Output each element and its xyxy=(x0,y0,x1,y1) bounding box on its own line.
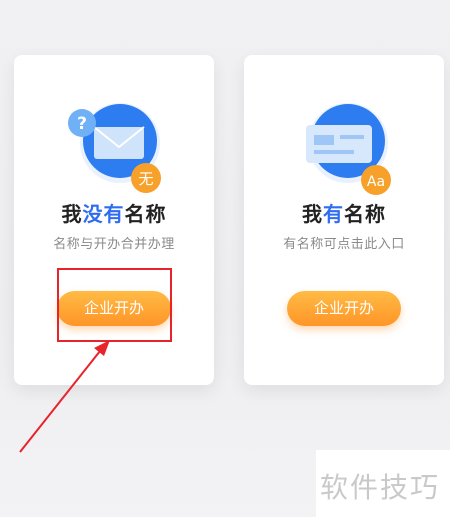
badge-text: Aa xyxy=(367,174,385,190)
envelope-illustration-icon: ? 无 xyxy=(68,103,161,193)
card-subtitle: 名称与开办合并办理 xyxy=(53,237,175,252)
card-title: 我有名称 xyxy=(302,202,386,226)
card-subtitle: 有名称可点击此入口 xyxy=(283,237,405,252)
card-title: 我没有名称 xyxy=(61,202,167,226)
business-start-button[interactable]: 企业开办 xyxy=(287,291,401,326)
has-name-card: Aa 我有名称 有名称可点击此入口 企业开办 xyxy=(244,55,444,385)
question-mark: ? xyxy=(77,114,87,134)
badge-text: 无 xyxy=(138,170,153,188)
watermark: 软件技巧 xyxy=(320,471,441,504)
id-card-illustration-icon: Aa xyxy=(306,103,391,195)
highlight-box xyxy=(57,268,172,342)
